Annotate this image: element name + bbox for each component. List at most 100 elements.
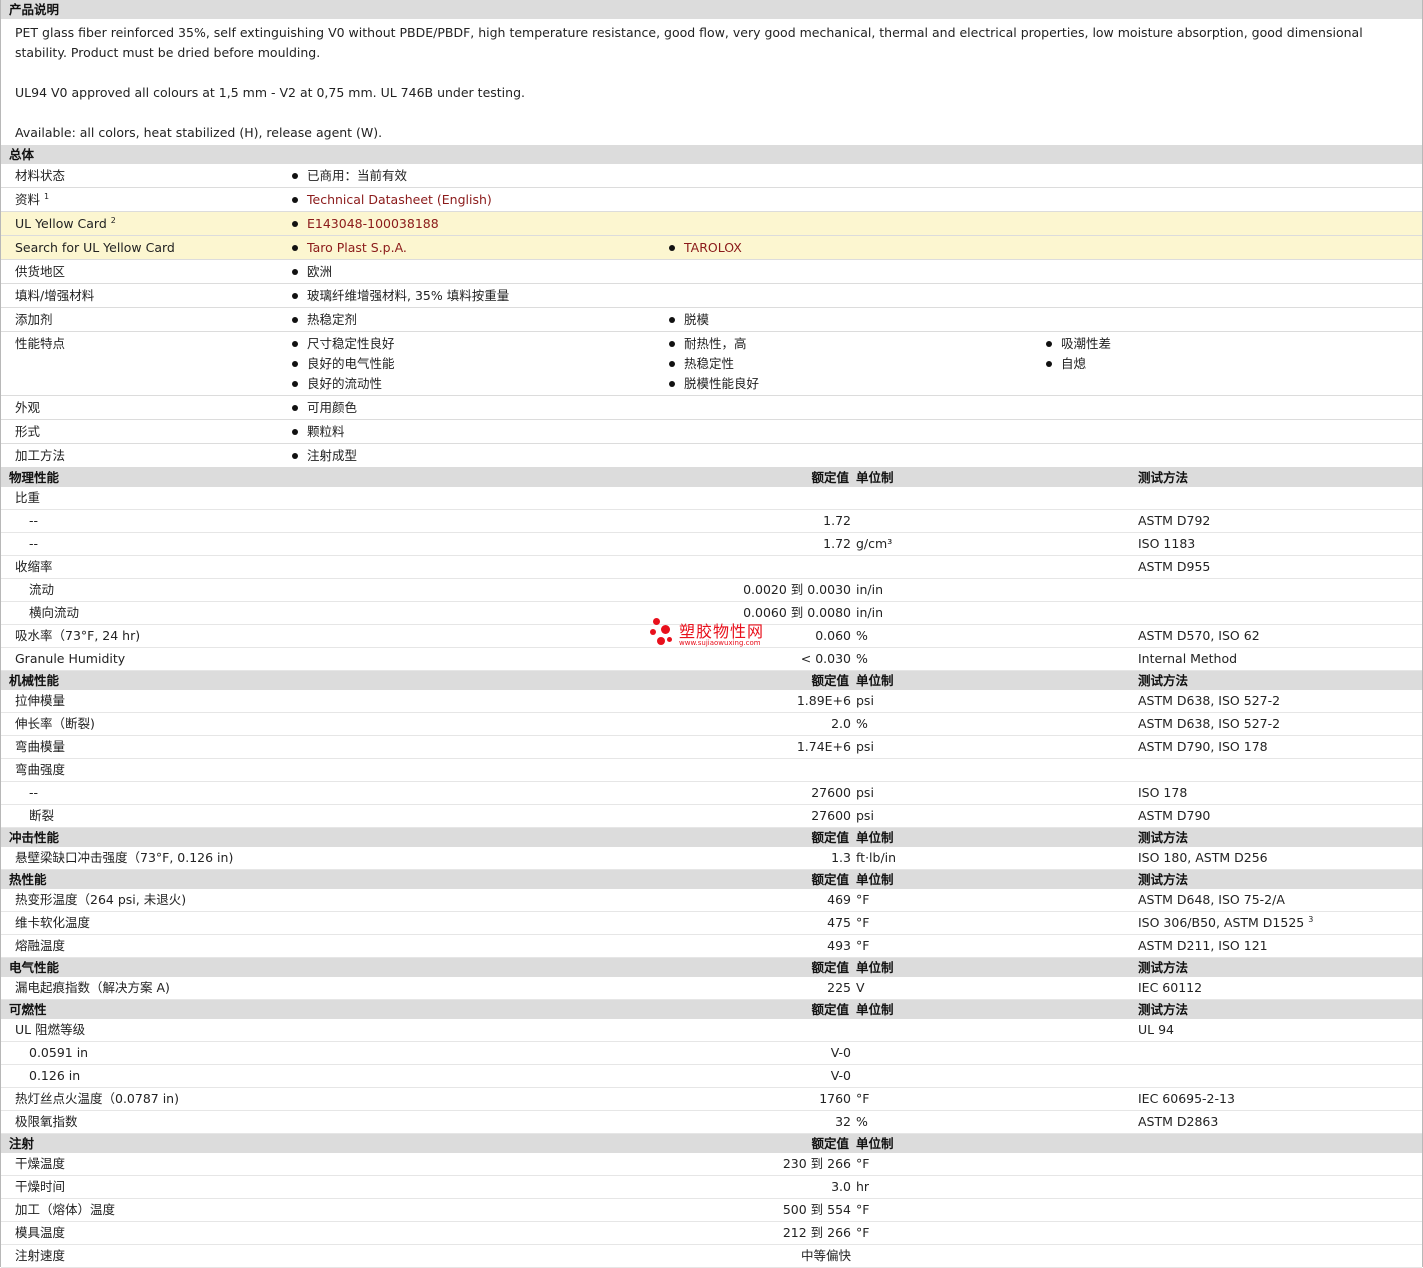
section-header: 热性能 额定值 单位制 测试方法 [1, 870, 1422, 889]
test-method-text: ASTM D638, ISO 527-2 [1138, 716, 1281, 731]
general-row: UL Yellow Card 2 E143048-100038188 [1, 212, 1422, 236]
property-value: 469 [827, 892, 851, 907]
general-value: 欧洲 [292, 262, 669, 282]
property-label: 弯曲强度 [15, 762, 66, 777]
watermark-url: www.sujiaowuxing.com [679, 639, 761, 647]
header-value: 额定值 [811, 830, 849, 845]
property-unit: V [856, 980, 865, 995]
property-label: UL 阻燃等级 [15, 1022, 86, 1037]
header-method: 测试方法 [1138, 872, 1189, 887]
property-unit: psi [856, 808, 874, 823]
property-unit: °F [856, 892, 870, 907]
property-row: 比重 [1, 487, 1422, 510]
property-value: 1.3 [831, 850, 851, 865]
property-label: 吸水率（73°F, 24 hr) [15, 628, 141, 643]
general-value: 吸潮性差 [1046, 334, 1423, 354]
property-value: 27600 [811, 808, 851, 823]
general-value: 良好的电气性能 [292, 354, 669, 374]
description-body: PET glass fiber reinforced 35%, self ext… [1, 19, 1422, 145]
general-link[interactable]: TAROLOX [669, 238, 1046, 258]
general-link[interactable]: Technical Datasheet (English) [292, 190, 669, 210]
general-values: E143048-100038188 [292, 214, 1422, 234]
test-method-text: ASTM D638, ISO 527-2 [1138, 693, 1281, 708]
general-link[interactable]: E143048-100038188 [292, 214, 669, 234]
logo-dot [650, 629, 656, 635]
general-row: 填料/增强材料 玻璃纤维增强材料, 35% 填料按重量 [1, 284, 1422, 308]
property-row: UL 阻燃等级 UL 94 [1, 1019, 1422, 1042]
property-row: -- 1.72 g/cm³ ISO 1183 [1, 533, 1422, 556]
header-value: 额定值 [811, 673, 849, 688]
property-row: -- 1.72 ASTM D792 [1, 510, 1422, 533]
general-label: 供货地区 [15, 262, 65, 282]
logo-dot [667, 637, 672, 642]
section-title: 冲击性能 [9, 830, 60, 845]
general-label-text: 填料/增强材料 [15, 288, 95, 303]
property-row: 维卡软化温度 475 °F ISO 306/B50, ASTM D1525 3 [1, 912, 1422, 935]
general-value: 玻璃纤维增强材料, 35% 填料按重量 [292, 286, 669, 306]
property-row: 收缩率 ASTM D955 [1, 556, 1422, 579]
footnote-marker[interactable]: 2 [111, 216, 116, 225]
property-unit: ft·lb/in [856, 850, 897, 865]
property-row: 熔融温度 493 °F ASTM D211, ISO 121 [1, 935, 1422, 958]
property-row: 拉伸模量 1.89E+6 psi ASTM D638, ISO 527-2 [1, 690, 1422, 713]
general-row: 添加剂 热稳定剂 脱模 [1, 308, 1422, 332]
property-sections: 物理性能 额定值 单位制 测试方法 比重 -- 1.72 ASTM D792 -- 1.72 g/c… [1, 468, 1422, 1268]
header-value: 额定值 [811, 1136, 849, 1151]
property-unit: °F [856, 1202, 870, 1217]
property-label: -- [29, 536, 39, 551]
property-label: 干燥温度 [15, 1156, 66, 1171]
property-label: -- [29, 513, 39, 528]
property-unit: in/in [856, 605, 884, 620]
section-header: 注射 额定值 单位制 [1, 1134, 1422, 1153]
property-label: 加工（熔体）温度 [15, 1202, 116, 1217]
property-value: 0.0020 到 0.0030 [743, 582, 851, 597]
footnote-marker[interactable]: 1 [44, 192, 49, 201]
general-value: 脱模 [669, 310, 1046, 330]
property-label: 模具温度 [15, 1225, 66, 1240]
property-unit: °F [856, 938, 870, 953]
header-value: 额定值 [811, 872, 849, 887]
header-unit: 单位制 [856, 872, 894, 887]
property-label: 干燥时间 [15, 1179, 66, 1194]
test-method: ASTM D638, ISO 527-2 [1138, 690, 1280, 712]
test-method: IEC 60695-2-13 [1138, 1088, 1235, 1110]
general-row: 形式 颗粒料 [1, 420, 1422, 444]
general-row: 外观 可用颜色 [1, 396, 1422, 420]
footnote-marker[interactable]: 3 [1308, 915, 1313, 924]
test-method: IEC 60112 [1138, 977, 1202, 999]
general-value: 良好的流动性 [292, 374, 669, 394]
logo-dot [657, 637, 665, 645]
general-label: 添加剂 [15, 310, 53, 330]
general-values: 尺寸稳定性良好 耐热性，高 吸潮性差 良好的电气性能 热稳定性 自熄 良好的流动性 脱模性能良… [292, 334, 1422, 394]
property-label: 注射速度 [15, 1248, 66, 1263]
general-row: 资料 1 Technical Datasheet (English) [1, 188, 1422, 212]
property-unit: °F [856, 1091, 870, 1106]
general-values: 颗粒料 [292, 422, 1422, 442]
general-values: 可用颜色 [292, 398, 1422, 418]
test-method-text: ASTM D211, ISO 121 [1138, 938, 1268, 953]
general-link[interactable]: Taro Plast S.p.A. [292, 238, 669, 258]
property-label: 弯曲模量 [15, 739, 66, 754]
header-unit: 单位制 [856, 960, 894, 975]
property-label: 热变形温度（264 psi, 未退火) [15, 892, 187, 907]
general-label: 外观 [15, 398, 40, 418]
property-value: 27600 [811, 785, 851, 800]
property-unit: % [856, 1114, 868, 1129]
test-method-text: ASTM D792 [1138, 513, 1211, 528]
section-header: 可燃性 额定值 单位制 测试方法 [1, 1000, 1422, 1019]
property-label: 收缩率 [15, 559, 53, 574]
property-unit: g/cm³ [856, 536, 893, 551]
property-value: 225 [827, 980, 851, 995]
header-value: 额定值 [811, 960, 849, 975]
property-value: V-0 [830, 1045, 851, 1060]
logo-dot [653, 618, 660, 625]
property-row: 干燥时间 3.0 hr [1, 1176, 1422, 1199]
test-method: ASTM D790, ISO 178 [1138, 736, 1268, 758]
test-method-text: ASTM D955 [1138, 559, 1211, 574]
test-method: ISO 1183 [1138, 533, 1195, 555]
header-method: 测试方法 [1138, 960, 1189, 975]
general-value: 热稳定剂 [292, 310, 669, 330]
property-label: Granule Humidity [15, 651, 126, 666]
property-row: 弯曲强度 [1, 759, 1422, 782]
property-unit: hr [856, 1179, 870, 1194]
